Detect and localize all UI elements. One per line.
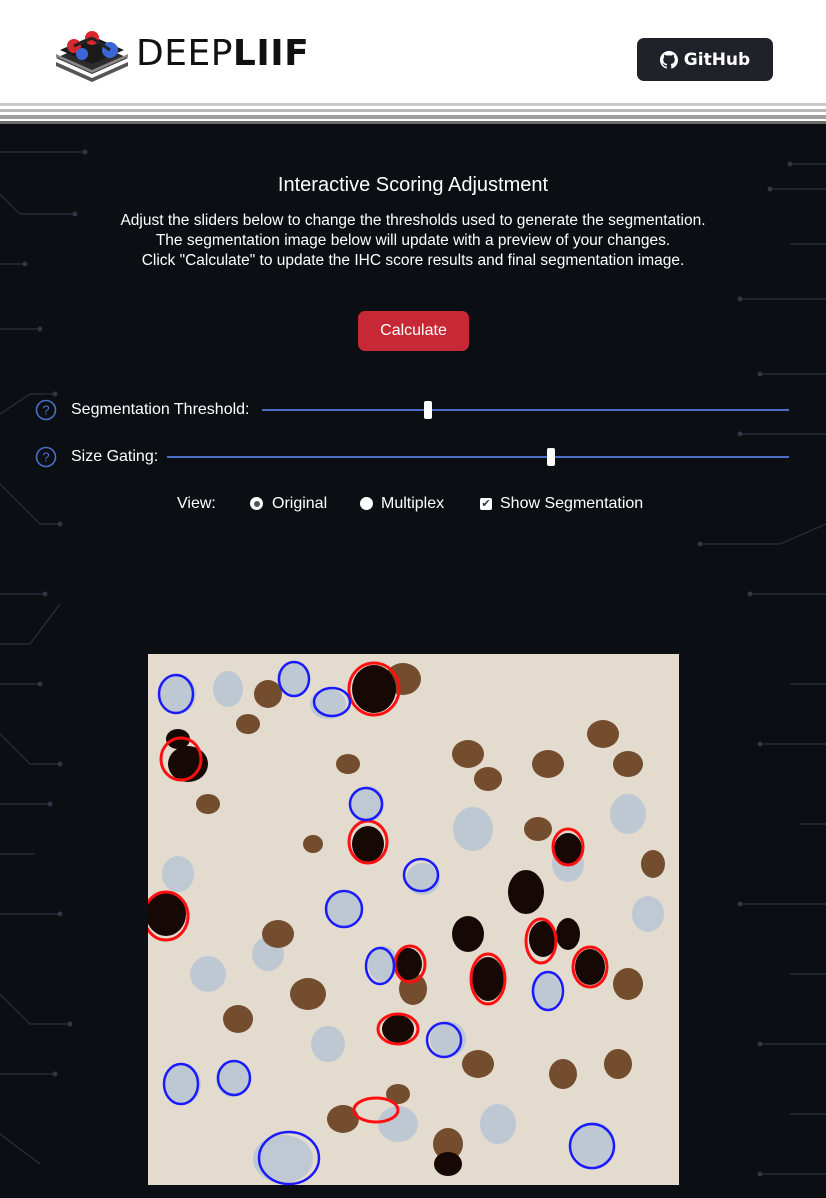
description-line: The segmentation image below will update… — [155, 232, 671, 249]
logo-text-bold: LIIF — [232, 33, 310, 74]
question-circle-icon[interactable]: ? — [35, 446, 57, 468]
deepliif-logo[interactable]: DEEPLIIF — [52, 24, 332, 84]
tissue-image — [142, 654, 679, 1186]
question-circle-icon[interactable]: ? — [35, 399, 57, 421]
segmentation-threshold-row: ? Segmentation Threshold: — [35, 399, 795, 423]
github-label: GitHub — [683, 49, 751, 70]
radio-multiplex[interactable] — [360, 497, 373, 510]
view-multiplex-label: Multiplex — [381, 495, 445, 512]
segmentation-threshold-label: Segmentation Threshold: — [71, 401, 250, 418]
view-original-label: Original — [272, 495, 328, 512]
size-gating-row: ? Size Gating: — [35, 446, 795, 470]
view-options: View: Original Multiplex ✔ Show Segmenta… — [0, 494, 826, 514]
description-line: Adjust the sliders below to change the t… — [120, 212, 706, 229]
deepliif-logo-icon — [56, 31, 128, 82]
logo-text-light: DEEP — [136, 33, 233, 74]
segmentation-preview-image — [142, 654, 679, 1186]
logo-wordmark: DEEPLIIF — [136, 34, 309, 74]
size-gating-thumb[interactable] — [547, 448, 556, 466]
radio-original[interactable] — [250, 497, 263, 510]
svg-text:?: ? — [42, 403, 49, 418]
size-gating-label: Size Gating: — [71, 448, 159, 465]
github-icon — [659, 50, 678, 69]
header-divider — [0, 100, 826, 124]
calculate-button[interactable]: Calculate — [358, 311, 469, 351]
svg-text:?: ? — [42, 450, 49, 465]
size-gating-slider[interactable] — [167, 448, 789, 466]
github-button[interactable]: GitHub — [637, 38, 773, 81]
show-segmentation-checkbox[interactable]: ✔ — [480, 498, 492, 510]
site-header: DEEPLIIF GitHub — [0, 0, 826, 100]
segmentation-threshold-slider[interactable] — [262, 401, 789, 419]
description-line: Click "Calculate" to update the IHC scor… — [141, 252, 685, 269]
panel-title: Interactive Scoring Adjustment — [277, 174, 549, 196]
view-label: View: — [177, 495, 216, 512]
show-segmentation-label: Show Segmentation — [500, 495, 644, 512]
panel-description: Adjust the sliders below to change the t… — [0, 211, 826, 271]
segmentation-threshold-thumb[interactable] — [424, 401, 432, 419]
